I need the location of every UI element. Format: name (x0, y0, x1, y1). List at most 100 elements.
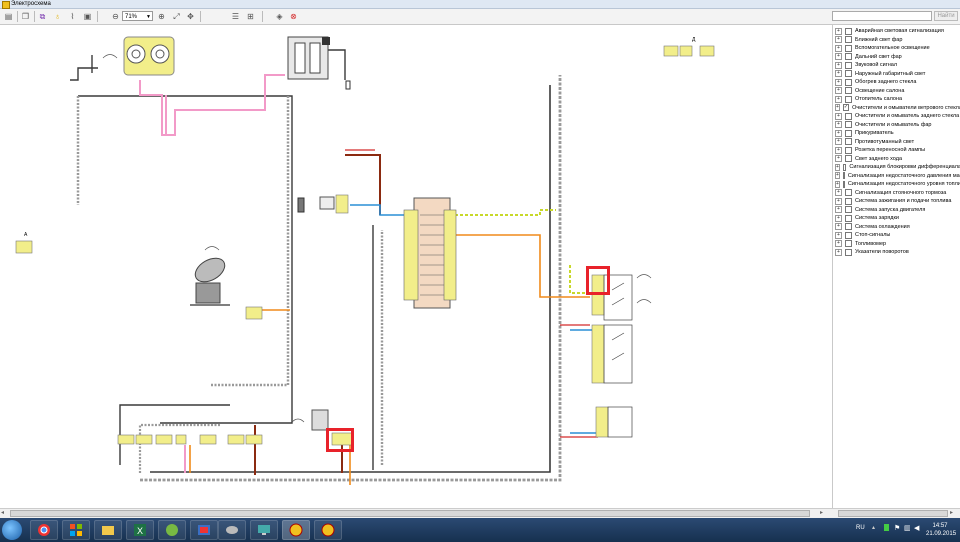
expand-icon[interactable]: + (835, 27, 842, 35)
expand-icon[interactable]: + (835, 146, 842, 154)
tree-item[interactable]: + Система зарядки (835, 214, 960, 222)
start-button[interactable] (2, 520, 22, 540)
wire-icon[interactable]: ⌇ (67, 11, 78, 22)
expand-icon[interactable]: + (835, 214, 842, 222)
tree-item-checkbox[interactable] (845, 44, 852, 52)
expand-icon[interactable]: + (835, 70, 842, 77)
tree-item-checkbox[interactable] (845, 248, 852, 256)
schematic-canvas[interactable]: А Д (0, 25, 830, 508)
tree-item[interactable]: + Указатели поворотов (835, 248, 960, 256)
zoom-out-icon[interactable]: ⊖ (110, 11, 121, 22)
copy-icon[interactable]: ❐ (20, 11, 31, 22)
monitor-icon[interactable] (250, 520, 278, 540)
tree-item-checkbox[interactable] (845, 206, 852, 213)
tree-item[interactable]: + ✓ Очистители и омыватели ветрового стекл… (835, 104, 960, 112)
layers-icon[interactable]: ◈ (274, 11, 285, 22)
tree-item[interactable]: + Розетка переносной лампы (835, 146, 960, 154)
expand-icon[interactable]: + (835, 163, 840, 171)
tree-item-checkbox[interactable] (845, 223, 852, 230)
tree-item-checkbox[interactable] (845, 87, 852, 94)
list-icon[interactable]: ☰ (230, 11, 241, 22)
expand-icon[interactable]: + (835, 95, 842, 103)
zoom-in-icon[interactable]: ⊕ (156, 11, 167, 22)
tree-item-checkbox[interactable] (845, 95, 852, 103)
tree-item[interactable]: + Прикуриватель (835, 129, 960, 137)
tree-item-checkbox[interactable] (842, 163, 847, 171)
steering-wheel-icon[interactable] (314, 520, 342, 540)
expand-icon[interactable]: + (835, 231, 842, 239)
explorer-icon[interactable] (94, 520, 122, 540)
tree-item[interactable]: + Стоп-сигналы (835, 231, 960, 239)
tree-item-checkbox[interactable] (845, 214, 852, 222)
battery-icon[interactable] (884, 524, 889, 531)
expand-icon[interactable]: + (835, 121, 842, 128)
language-indicator[interactable]: RU (856, 525, 865, 531)
tree-item[interactable]: + Свет заднего хода (835, 155, 960, 163)
tree-item[interactable]: + Система зажигания и подачи топлива (835, 197, 960, 205)
pan-icon[interactable]: ✥ (185, 11, 196, 22)
tree-item[interactable]: + Сигнализация блокировки дифференциала (835, 163, 960, 171)
electroschema-app-icon[interactable] (282, 520, 310, 540)
zoom-fit-icon[interactable]: ⤢ (171, 11, 182, 22)
scroll-right-icon[interactable]: ▸ (820, 509, 823, 516)
expand-icon[interactable]: + (835, 206, 842, 213)
sidebar-scroll-right-icon[interactable]: ▸ (950, 509, 953, 516)
expand-icon[interactable]: + (835, 240, 842, 247)
tree-item-checkbox[interactable] (845, 61, 852, 69)
tree-item[interactable]: + Обогрев заднего стекла (835, 78, 960, 86)
tree-item[interactable]: + Противотуманный свет (835, 138, 960, 146)
expand-icon[interactable]: + (835, 36, 842, 43)
tree-item-checkbox[interactable] (845, 231, 852, 239)
tree-item[interactable]: + Сигнализация недостаточного давления ма… (835, 172, 960, 180)
expand-icon[interactable]: + (835, 155, 842, 162)
search-input[interactable] (832, 11, 932, 21)
expand-icon[interactable]: + (835, 104, 840, 111)
tree-item[interactable]: + Топливомер (835, 240, 960, 248)
tree-item-checkbox[interactable] (845, 155, 852, 162)
excel-icon[interactable]: X (126, 520, 154, 540)
expand-icon[interactable]: + (835, 61, 842, 69)
tree-item[interactable]: + Сигнализация недостаточного уровня топл… (835, 180, 960, 188)
media-icon[interactable] (190, 520, 218, 540)
expand-icon[interactable]: + (835, 138, 842, 145)
expand-icon[interactable]: + (835, 129, 842, 137)
connector-icon[interactable]: ⧉ (37, 11, 48, 22)
tree-item-checkbox[interactable]: ✓ (842, 104, 850, 111)
expand-icon[interactable]: + (835, 180, 840, 188)
expand-icon[interactable]: + (835, 172, 840, 179)
scroll-left-icon[interactable]: ◂ (1, 509, 4, 516)
tree-item-checkbox[interactable] (845, 78, 852, 86)
tree-item[interactable]: + Наружный габаритный свет (835, 70, 960, 78)
tree-item-checkbox[interactable] (845, 112, 852, 120)
tray-arrow-icon[interactable]: ▴ (872, 524, 875, 531)
close-circle-icon[interactable]: ⊗ (288, 11, 299, 22)
expand-icon[interactable]: + (835, 248, 842, 256)
tree-item-checkbox[interactable] (845, 70, 852, 77)
network-icon[interactable]: ▥ (904, 524, 911, 532)
lamp-icon[interactable]: ♁ (52, 11, 63, 22)
expand-icon[interactable]: + (835, 189, 842, 196)
windows-icon[interactable] (62, 520, 90, 540)
chrome-icon[interactable] (30, 520, 58, 540)
volume-icon[interactable]: ◀ (914, 524, 919, 532)
tree-item[interactable]: + Очистители и омыватель заднего стекла (835, 112, 960, 120)
zoom-select[interactable]: 71% ▼ (122, 11, 153, 21)
clock[interactable]: 14:57 21.09.2015 (926, 522, 956, 538)
tree-item-checkbox[interactable] (845, 146, 852, 154)
expand-icon[interactable]: + (835, 78, 842, 86)
sidebar-scroll-thumb[interactable] (838, 510, 948, 517)
tree-item[interactable]: + Ближний свет фар (835, 36, 960, 44)
component-icon[interactable]: ▣ (82, 11, 93, 22)
tree-item[interactable]: + Освещение салона (835, 87, 960, 95)
tree-item[interactable]: + Дальний свет фар (835, 53, 960, 61)
tree-item[interactable]: + Звуковой сигнал (835, 61, 960, 69)
tree-item-checkbox[interactable] (845, 53, 852, 60)
tree-item[interactable]: + Сигнализация стояночного тормоза (835, 189, 960, 197)
tree-item-checkbox[interactable] (845, 27, 852, 35)
disk-icon[interactable] (218, 520, 246, 540)
scroll-thumb[interactable] (10, 510, 810, 517)
tree-item-checkbox[interactable] (845, 129, 852, 137)
tree-item-checkbox[interactable] (845, 240, 852, 247)
tree-item-checkbox[interactable] (845, 197, 852, 205)
expand-icon[interactable]: + (835, 223, 842, 230)
